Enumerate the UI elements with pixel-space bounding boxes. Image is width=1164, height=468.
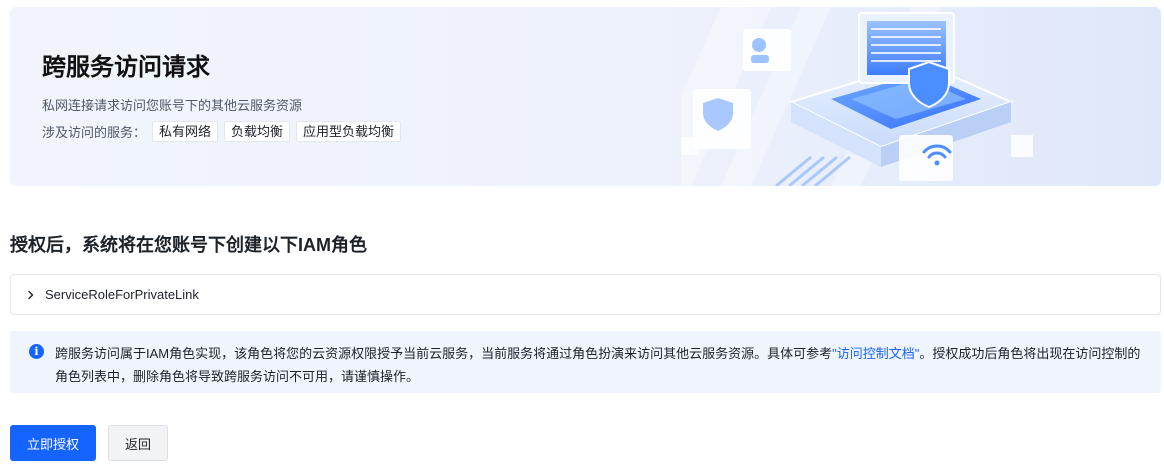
services-row: 涉及访问的服务： 私有网络 负载均衡 应用型负载均衡 [42,121,402,142]
back-button[interactable]: 返回 [108,425,168,461]
service-tag-alb: 应用型负载均衡 [296,121,402,142]
authorize-button[interactable]: 立即授权 [10,425,96,461]
section-title: 授权后，系统将在您账号下创建以下IAM角色 [10,235,367,255]
page-title: 跨服务访问请求 [42,54,210,81]
access-control-doc-link[interactable]: "访问控制文档" [832,346,919,361]
role-name: ServiceRoleForPrivateLink [45,287,199,302]
service-tag-clb: 负载均衡 [224,121,291,142]
role-collapse-panel[interactable]: ServiceRoleForPrivateLink [10,274,1161,315]
service-tag-vpc: 私有网络 [152,121,219,142]
info-icon: i [29,344,44,359]
info-alert: i 跨服务访问属于IAM角色实现，该角色将您的云资源权限授予当前云服务，当前服务… [10,331,1161,393]
request-banner: 跨服务访问请求 私网连接请求访问您账号下的其他云服务资源 涉及访问的服务： 私有… [10,7,1161,186]
page: 跨服务访问请求 私网连接请求访问您账号下的其他云服务资源 涉及访问的服务： 私有… [0,0,1164,468]
banner-description: 私网连接请求访问您账号下的其他云服务资源 [42,98,303,113]
chevron-right-icon[interactable] [25,289,37,301]
cloud-services-illustration [681,7,1033,186]
services-label: 涉及访问的服务： [42,125,147,140]
alert-text-before: 跨服务访问属于IAM角色实现，该角色将您的云资源权限授予当前云服务，当前服务将通… [55,346,833,361]
